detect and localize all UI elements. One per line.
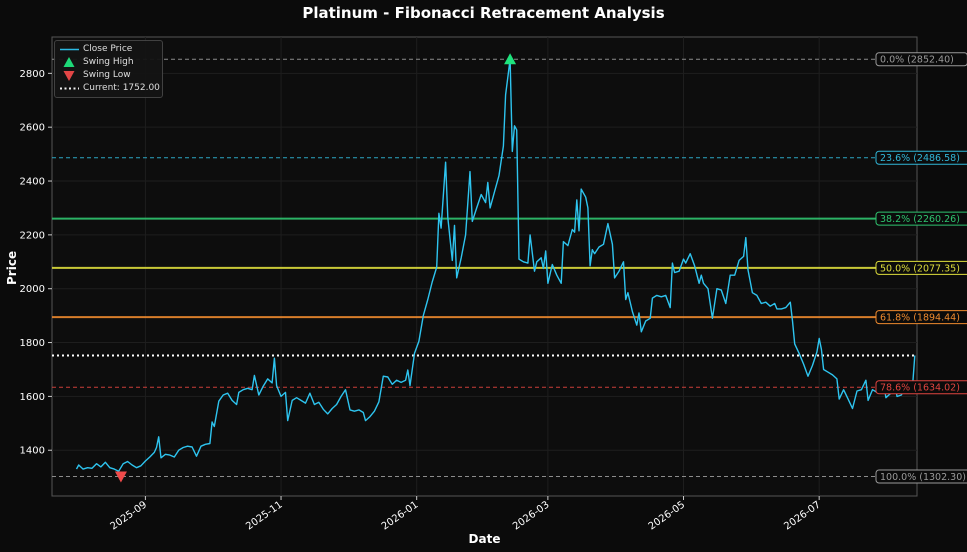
fib-level-label: 100.0% (1302.30) <box>880 472 966 483</box>
y-tick-label: 1600 <box>20 392 45 403</box>
y-tick-label: 2400 <box>20 177 45 188</box>
x-tick-label: 2026-05 <box>647 499 688 532</box>
y-axis-label: Price <box>5 250 19 285</box>
y-tick-label: 1400 <box>20 446 45 457</box>
legend-label: Current: 1752.00 <box>83 83 160 93</box>
x-tick-label: 2025-11 <box>244 499 285 532</box>
y-tick-label: 2600 <box>20 123 45 134</box>
legend-item-close-price: Close Price <box>55 43 162 56</box>
x-tick-label: 2026-03 <box>511 499 552 532</box>
plot-area <box>51 36 918 497</box>
x-axis-label: Date <box>468 532 501 546</box>
y-tick-label: 2800 <box>20 69 45 80</box>
chart-title: Platinum - Fibonacci Retracement Analysi… <box>302 4 665 22</box>
y-tick-label: 1800 <box>20 338 45 349</box>
y-tick-label: 2200 <box>20 230 45 241</box>
legend-label: Swing High <box>83 57 134 67</box>
legend-item-swing-low: Swing Low <box>55 69 162 82</box>
x-tick-label: 2026-01 <box>380 499 421 532</box>
fib-level-label: 61.8% (1894.44) <box>880 313 960 324</box>
line-swatch-icon <box>60 48 79 51</box>
fib-level-label: 50.0% (2077.35) <box>880 263 960 274</box>
triangle-down-icon <box>63 71 75 81</box>
triangle-up-icon <box>63 57 75 67</box>
y-axis-ticks: 1400 1600 1800 2000 2200 2400 2600 2800 <box>20 69 52 457</box>
legend-item-current: Current: 1752.00 <box>55 82 162 95</box>
legend-label: Close Price <box>83 44 133 54</box>
legend-label: Swing Low <box>83 70 131 80</box>
x-tick-label: 2026-07 <box>782 499 823 532</box>
y-tick-label: 2000 <box>20 284 45 295</box>
fib-level-label: 78.6% (1634.02) <box>880 383 960 394</box>
fib-level-label: 38.2% (2260.26) <box>880 214 960 225</box>
x-axis-ticks: 2025-09 2025-11 2026-01 2026-03 2026-05 2026-… <box>109 496 823 532</box>
dotted-line-icon <box>60 87 79 90</box>
legend-item-swing-high: Swing High <box>55 56 162 69</box>
x-tick-label: 2025-09 <box>109 499 150 532</box>
fib-level-label: 0.0% (2852.40) <box>880 55 954 66</box>
fib-level-label: 23.6% (2486.58) <box>880 153 960 164</box>
legend: Close Price Swing High Swing Low Current… <box>54 40 163 98</box>
